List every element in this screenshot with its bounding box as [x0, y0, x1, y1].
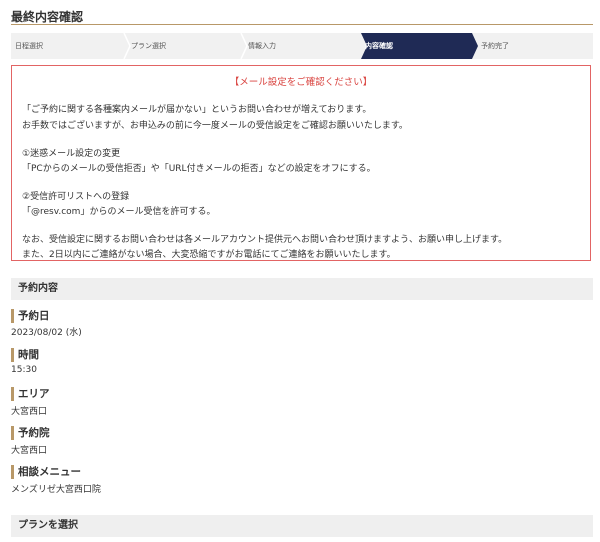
notice-line: ②受信許可リストへの登録 [22, 192, 130, 202]
field-label-date: 予約日 [11, 309, 50, 323]
step-date-selection: 日程選択 [15, 42, 43, 50]
step-separator [240, 33, 248, 59]
step-progress-bar: 日程選択 プラン選択 情報入力 内容確認 予約完了 [11, 33, 593, 59]
email-settings-notice: 【メール設定をご確認ください】 「ご予約に関する各種案内メールが届かない」という… [11, 65, 591, 261]
field-value-time: 15:30 [11, 365, 37, 375]
field-label-area: エリア [11, 387, 50, 401]
field-value-clinic: 大宮西口 [11, 446, 48, 456]
step-plan-selection: プラン選択 [131, 42, 166, 50]
title-divider [11, 24, 593, 25]
step-complete: 予約完了 [481, 42, 509, 50]
notice-line: なお、受信設定に関するお問い合わせは各メールアカウント提供元へお問い合わせ頂けま… [22, 235, 508, 245]
notice-line: 「ご予約に関する各種案内メールが届かない」というお問い合わせが増えております。 [22, 105, 372, 115]
notice-line: 「@resv.com」からのメール受信を許可する。 [22, 207, 216, 217]
field-value-menu: メンズリゼ大宮西口院 [11, 485, 101, 495]
step-separator [123, 33, 131, 59]
notice-line: お手数ではございますが、お申込みの前に今一度メールの受信設定をご確認お願いいたし… [22, 121, 408, 131]
field-label-time: 時間 [11, 348, 39, 362]
plan-section-title: プランを選択 [18, 520, 78, 531]
field-value-date: 2023/08/02 (水) [11, 328, 82, 338]
field-label-clinic: 予約院 [11, 426, 50, 440]
field-label-menu: 相談メニュー [11, 465, 81, 479]
notice-line: ①迷惑メール設定の変更 [22, 149, 121, 159]
notice-line: 「PCからのメールの受信拒否」や「URL付きメールの拒否」などの設定をオフにする… [22, 164, 376, 174]
reservation-section-header: 予約内容 [11, 278, 593, 300]
notice-title: 【メール設定をご確認ください】 [229, 77, 373, 88]
page-title: 最終内容確認 [11, 10, 84, 24]
step-confirmation: 内容確認 [365, 42, 393, 50]
field-value-area: 大宮西口 [11, 407, 48, 417]
plan-section-header: プランを選択 [11, 515, 593, 537]
reservation-section-title: 予約内容 [18, 283, 58, 294]
notice-line: また、2日以内にご連絡がない場合、大変恐縮ですがお電話にてご連絡をお願いいたしま… [22, 250, 396, 260]
step-info-input: 情報入力 [248, 42, 276, 50]
